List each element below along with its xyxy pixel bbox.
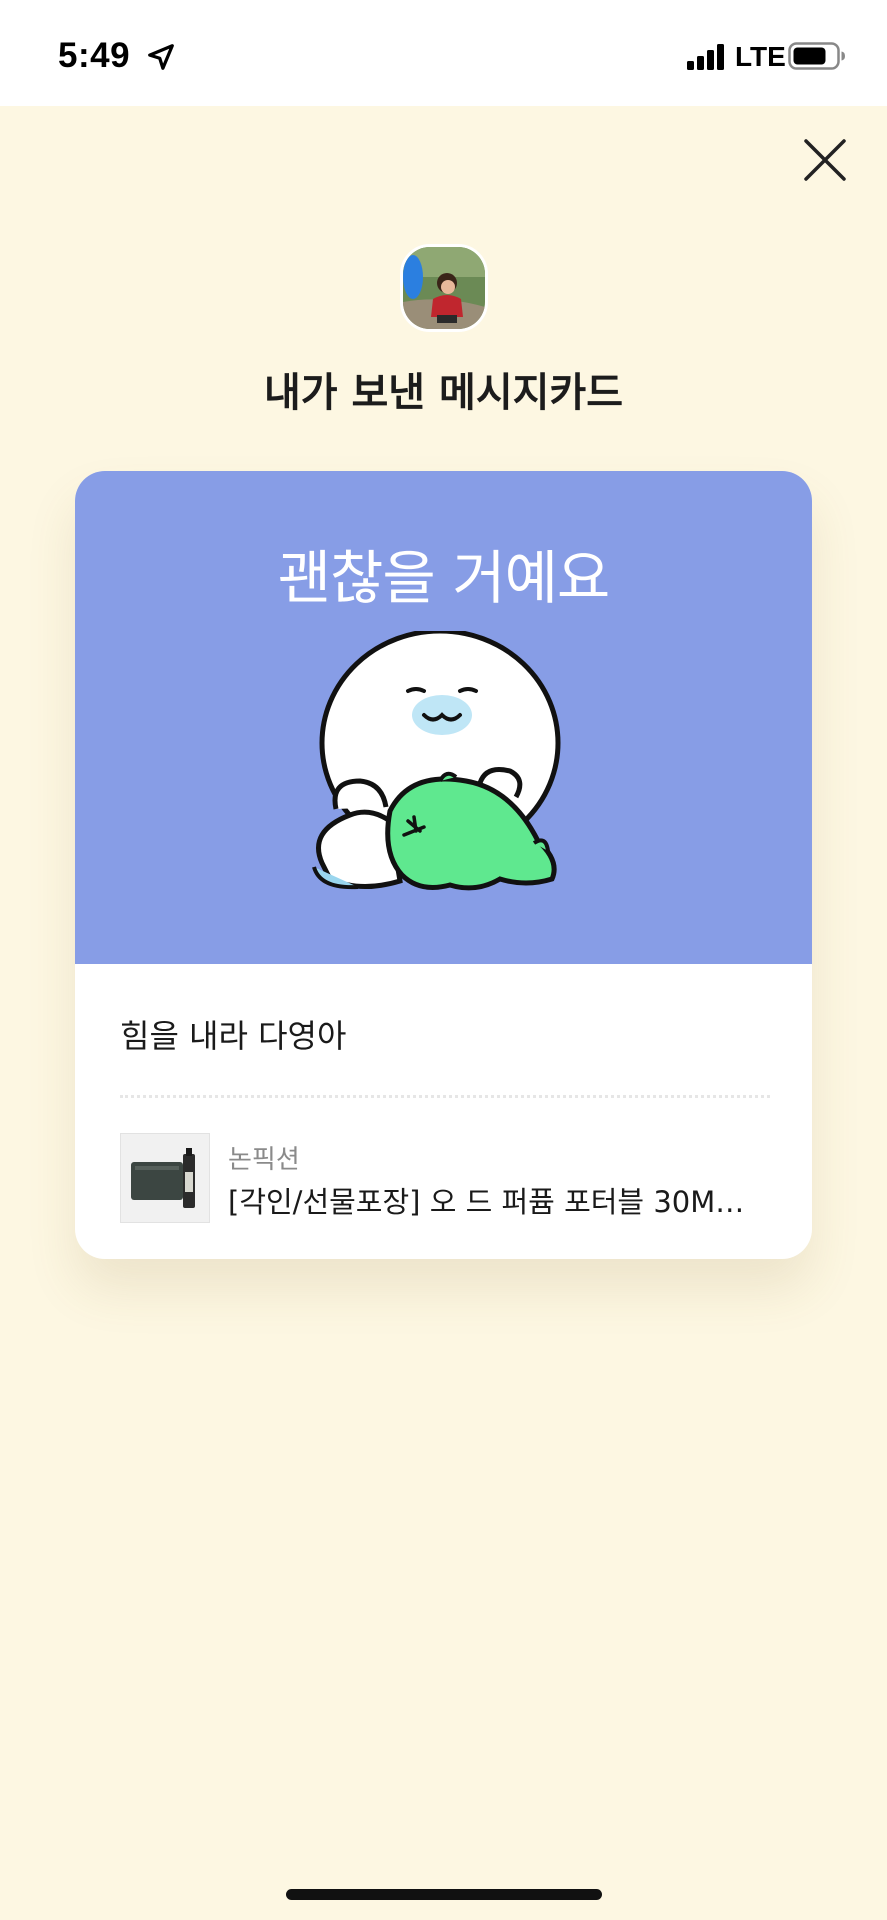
close-icon <box>804 139 846 181</box>
card-banner: 괜찮을 거예요 <box>75 471 812 964</box>
gift-product-item[interactable]: 논픽션 [각인/선물포장] 오 드 퍼퓸 포터블 30M… <box>120 1133 770 1229</box>
product-brand: 논픽션 <box>228 1145 300 1175</box>
banner-text: 괜찮을 거예요 <box>277 544 611 612</box>
location-arrow-icon <box>148 44 174 70</box>
network-label: LTE <box>735 41 786 72</box>
home-indicator[interactable] <box>286 1889 602 1900</box>
avatar <box>400 244 488 332</box>
product-thumbnail <box>120 1133 210 1223</box>
product-name: [각인/선물포장] 오 드 퍼퓸 포터블 30M… <box>228 1185 745 1219</box>
divider <box>120 1095 770 1098</box>
page-title: 내가 보낸 메시지카드 <box>263 370 624 416</box>
status-time: 5:49 <box>58 36 131 75</box>
signal-icon <box>687 44 724 70</box>
status-bar: 5:49 LTE <box>0 0 887 106</box>
battery-icon <box>788 42 845 70</box>
close-button[interactable] <box>800 135 850 185</box>
message-card: 괜찮을 거예요 힘을 내라 다영아 논픽션 [각인/선물포장] 오 드 퍼퓸 포… <box>75 471 812 1259</box>
sticker-character-image <box>312 631 561 891</box>
message-text: 힘을 내라 다영아 <box>120 1017 347 1055</box>
